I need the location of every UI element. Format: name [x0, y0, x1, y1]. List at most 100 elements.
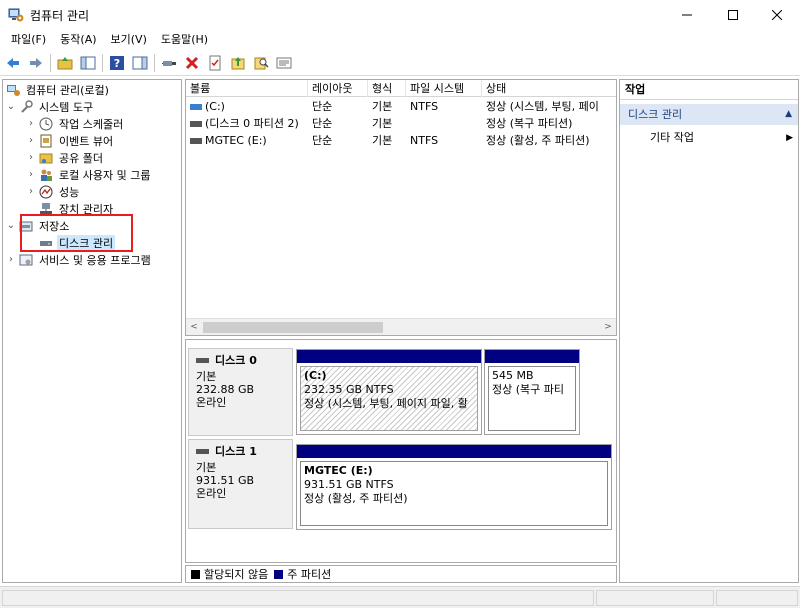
tree-item-system-tools[interactable]: ⌄ 시스템 도구 — [6, 98, 95, 115]
status-cell: 정상 (복구 파티션) — [486, 117, 573, 130]
tree-item-event-viewer[interactable]: › 이벤트 뷰어 — [26, 132, 115, 149]
toolbar-separator — [154, 53, 155, 72]
partition-bar — [485, 350, 579, 363]
clock-icon — [39, 117, 53, 130]
close-button[interactable] — [754, 0, 800, 30]
computer-management-icon — [8, 8, 24, 22]
properties-icon — [209, 55, 221, 70]
minimize-button[interactable] — [664, 0, 710, 30]
show-hide-tree-button[interactable] — [79, 54, 97, 72]
up-folder-icon — [57, 56, 73, 69]
disk-icon — [196, 449, 209, 454]
partition-body: 545 MB 정상 (복구 파티 — [488, 366, 576, 431]
tree-item-task-scheduler[interactable]: › 작업 스케줄러 — [26, 115, 125, 132]
chevron-right-icon[interactable]: › — [26, 186, 36, 197]
action-more-actions[interactable]: 기타 작업 ▶ — [650, 129, 795, 147]
volume-row[interactable]: (C:) 단순 기본 NTFS 정상 (시스템, 부팅, 페이 — [186, 98, 616, 115]
volume-cell: (C:) — [186, 98, 308, 115]
event-viewer-icon — [40, 134, 52, 147]
chevron-down-icon[interactable]: ⌄ — [6, 101, 16, 112]
title-bar: 컴퓨터 관리 — [0, 0, 800, 30]
action-label: 기타 작업 — [650, 131, 694, 144]
tree-item-services[interactable]: › 서비스 및 응용 프로그램 — [6, 251, 153, 268]
chevron-right-icon[interactable]: › — [26, 118, 36, 129]
status-cell: 정상 (활성, 주 파티션) — [486, 134, 590, 147]
volume-row[interactable]: (디스크 0 파티션 2) 단순 기본 정상 (복구 파티션) — [186, 115, 616, 132]
export-icon — [231, 56, 245, 69]
partition-title: MGTEC (E:) — [304, 464, 373, 477]
type-cell: 기본 — [372, 100, 393, 113]
actions-header: 작업 — [620, 80, 798, 100]
volume-name: MGTEC (E:) — [205, 134, 267, 147]
show-hide-action-button[interactable] — [131, 54, 149, 72]
status-cell: 정상 (시스템, 부팅, 페이 — [486, 100, 599, 113]
tree-item-root[interactable]: 컴퓨터 관리(로컬) — [6, 81, 111, 98]
tree-item-label: 공유 폴더 — [59, 151, 103, 165]
menu-bar: 파일(F) 동작(A) 보기(V) 도움말(H) — [0, 30, 800, 50]
partition-recovery[interactable]: 545 MB 정상 (복구 파티 — [484, 349, 580, 435]
actions-section-disk-management[interactable]: 디스크 관리 ▲ — [620, 104, 798, 125]
details-button[interactable] — [275, 54, 293, 72]
disk-name: 디스크 1 — [196, 445, 285, 458]
partition-e[interactable]: MGTEC (E:) 931.51 GB NTFS 정상 (활성, 주 파티션) — [296, 444, 612, 530]
disk-icon — [196, 358, 209, 363]
help-button[interactable]: ? — [108, 54, 126, 72]
search-button[interactable] — [252, 54, 270, 72]
collapse-up-icon[interactable]: ▲ — [785, 104, 792, 125]
disk-0-label[interactable]: 디스크 0 기본 232.88 GB 온라인 — [188, 348, 293, 436]
partition-c[interactable]: (C:) 232.35 GB NTFS 정상 (시스템, 부팅, 페이지 파일,… — [296, 349, 482, 435]
partition-bar — [297, 445, 611, 458]
up-folder-button[interactable] — [56, 54, 74, 72]
column-header-status[interactable]: 상태 — [482, 80, 616, 97]
toolbar-separator — [50, 53, 51, 72]
scroll-right-icon[interactable]: > — [602, 321, 614, 333]
status-segment — [2, 590, 594, 606]
scrollbar-thumb[interactable] — [203, 322, 383, 333]
volume-row[interactable]: MGTEC (E:) 단순 기본 NTFS 정상 (활성, 주 파티션) — [186, 132, 616, 149]
tree-item-local-users[interactable]: › 로컬 사용자 및 그룹 — [26, 166, 152, 183]
menu-help[interactable]: 도움말(H) — [154, 30, 215, 50]
volume-cell: (디스크 0 파티션 2) — [186, 115, 308, 132]
disk-type: 기본 — [196, 461, 217, 474]
horizontal-scrollbar[interactable]: < > — [186, 318, 616, 335]
users-icon — [41, 169, 52, 181]
chevron-right-icon[interactable]: › — [26, 152, 36, 163]
disk-1-label[interactable]: 디스크 1 기본 931.51 GB 온라인 — [188, 439, 293, 529]
menu-view[interactable]: 보기(V) — [104, 30, 154, 50]
back-button[interactable] — [4, 54, 22, 72]
tree-item-label: 서비스 및 응용 프로그램 — [39, 253, 151, 267]
chevron-down-icon[interactable]: ⌄ — [6, 220, 16, 231]
chevron-right-icon[interactable]: › — [6, 254, 16, 265]
partition-body: (C:) 232.35 GB NTFS 정상 (시스템, 부팅, 페이지 파일,… — [300, 366, 478, 431]
column-header-filesystem[interactable]: 파일 시스템 — [406, 80, 482, 97]
show-hide-tree-icon — [80, 56, 96, 69]
menu-file[interactable]: 파일(F) — [4, 30, 53, 50]
scroll-left-icon[interactable]: < — [188, 321, 200, 333]
tree-item-label: 이벤트 뷰어 — [59, 134, 114, 148]
type-cell: 기본 — [372, 134, 393, 147]
column-header-type[interactable]: 형식 — [368, 80, 406, 97]
chevron-right-icon[interactable]: › — [26, 169, 36, 180]
filesystem-cell: NTFS — [410, 100, 439, 113]
tree-item-shared-folders[interactable]: › 공유 폴더 — [26, 149, 105, 166]
connect-button[interactable] — [160, 54, 178, 72]
delete-button[interactable] — [183, 54, 201, 72]
column-header-volume[interactable]: 볼륨 — [186, 80, 308, 97]
status-bar — [0, 586, 800, 608]
tree-item-label: 성능 — [59, 185, 80, 199]
export-button[interactable] — [229, 54, 247, 72]
maximize-button[interactable] — [710, 0, 756, 30]
forward-button[interactable] — [27, 54, 45, 72]
column-header-layout[interactable]: 레이아웃 — [308, 80, 368, 97]
disk-name: 디스크 0 — [196, 354, 285, 367]
volume-name: (C:) — [205, 100, 225, 113]
legend: 할당되지 않음 주 파티션 — [185, 565, 617, 583]
legend-swatch-primary — [274, 569, 284, 579]
status-segment — [716, 590, 798, 606]
menu-action[interactable]: 동작(A) — [53, 30, 103, 50]
chevron-right-icon[interactable]: › — [26, 135, 36, 146]
properties-button[interactable] — [206, 54, 224, 72]
partition-size: 931.51 GB NTFS — [304, 478, 394, 491]
tree-item-performance[interactable]: › 성능 — [26, 183, 81, 200]
disk-size: 232.88 GB — [196, 383, 255, 396]
